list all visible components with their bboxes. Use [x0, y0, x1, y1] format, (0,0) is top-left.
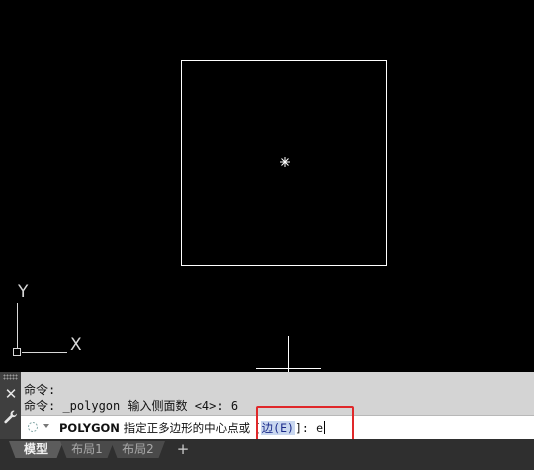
- crosshair-cursor: [256, 336, 321, 372]
- add-layout-icon[interactable]: +: [174, 441, 192, 458]
- bracket-open: [: [253, 421, 261, 435]
- command-input-field[interactable]: POLYGON 指定正多边形的中心点或 [边(E)]: e: [21, 415, 534, 439]
- command-history-line: 命令:: [24, 383, 56, 397]
- close-icon[interactable]: ✕: [4, 387, 18, 402]
- command-history-line: 命令: _polygon 输入侧面数 <4>: 6: [24, 399, 239, 413]
- edge-option-label: 边: [261, 421, 274, 435]
- tab-layout1[interactable]: 布局1: [60, 441, 114, 458]
- tab-layout2[interactable]: 布局2: [111, 441, 165, 458]
- edge-option-key: (E): [273, 421, 294, 435]
- drag-grip-icon[interactable]: [3, 374, 18, 380]
- bracket-close: ]:: [294, 421, 309, 435]
- drawing-svg: [13, 60, 387, 372]
- x-axis-label: X: [70, 335, 82, 355]
- recent-commands-dropdown-icon[interactable]: [43, 424, 49, 428]
- edge-option[interactable]: 边(E): [260, 421, 295, 435]
- tab-model[interactable]: 模型: [9, 441, 63, 458]
- prompt-text: 指定正多边形的中心点或: [123, 421, 251, 435]
- command-window-sidebar: ✕: [0, 372, 21, 439]
- center-asterisk-marker: [280, 157, 290, 167]
- command-name: POLYGON: [59, 421, 120, 435]
- drawing-canvas[interactable]: Y X: [0, 0, 534, 372]
- typed-input-text: e: [316, 421, 324, 435]
- y-axis-label: Y: [18, 282, 29, 302]
- layout-tab-bar: 模型 布局1 布局2 +: [0, 439, 534, 470]
- ucs-icon: [13, 303, 67, 356]
- text-caret: [324, 421, 326, 434]
- wrench-icon[interactable]: [3, 409, 19, 425]
- command-prompt-line: POLYGON 指定正多边形的中心点或 [边(E)]: e: [59, 420, 326, 436]
- command-line-icon[interactable]: [27, 421, 39, 433]
